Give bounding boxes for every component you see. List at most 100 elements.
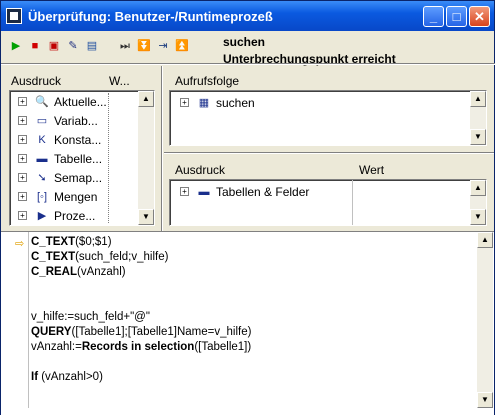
tree-item[interactable]: + [◦] Mengen <box>10 188 138 206</box>
book-button[interactable]: ▤ <box>83 37 101 55</box>
tree-item-label: Tabelle... <box>54 152 103 166</box>
tree-item[interactable]: + ▭ Variab... <box>10 112 138 130</box>
callchain-header: Aufrufsfolge <box>175 74 240 88</box>
trace-button[interactable]: ⇥ <box>154 37 172 55</box>
tree-item-label: Variab... <box>54 114 98 128</box>
code-keyword: C_TEXT <box>31 251 76 263</box>
callchain-scrollbar[interactable]: ▲ ▼ <box>470 91 486 145</box>
breakpoint-gutter[interactable]: ⇨ <box>1 232 29 408</box>
source-scrollbar[interactable]: ▲ ▼ <box>477 232 493 408</box>
variables-icon: ▭ <box>36 115 48 127</box>
tree-item-label: suchen <box>216 96 255 110</box>
run-button[interactable]: ▶ <box>7 37 25 55</box>
step-out-button[interactable]: ⏫ <box>173 37 191 55</box>
expand-icon[interactable]: + <box>18 192 27 201</box>
abort-icon: ▣ <box>48 40 60 52</box>
scroll-down-button[interactable]: ▼ <box>470 129 486 145</box>
tree-item-label: Tabellen & Felder <box>216 185 310 199</box>
semaphore-icon: ➘ <box>37 172 47 184</box>
code-line[interactable]: If (vAnzahl>0) <box>31 371 103 383</box>
tree-item-label: Semap... <box>54 171 103 185</box>
tree-item[interactable]: + ▬ Tabellen & Felder <box>170 183 470 201</box>
window-title: Überprüfung: Benutzer-/Runtimeprozeß <box>28 9 273 24</box>
code-text: ($0;$1) <box>75 236 112 248</box>
code-line[interactable]: C_TEXT(such_feld;v_hilfe) <box>31 251 168 263</box>
expand-icon[interactable]: + <box>18 173 27 182</box>
debugger-window: Überprüfung: Benutzer-/Runtimeprozeß _ □… <box>0 0 495 415</box>
expressions-value-header[interactable]: W... <box>109 74 130 88</box>
watch-scrollbar[interactable]: ▲ ▼ <box>470 180 486 225</box>
run-icon: ▶ <box>11 40 21 52</box>
magnifier-icon: 🔍 <box>35 96 49 108</box>
constants-icon: K <box>38 134 46 146</box>
code-text: (such_feld;v_hilfe) <box>75 251 169 263</box>
expressions-column-divider <box>108 93 109 223</box>
tree-item-label: Aktuelle... <box>54 95 107 109</box>
book-icon: ▤ <box>86 40 98 52</box>
edit-icon: ✎ <box>68 40 78 52</box>
app-icon <box>6 8 22 24</box>
stop-button[interactable]: ■ <box>26 37 44 55</box>
tree-item-label: Proze... <box>54 209 96 223</box>
code-line[interactable]: QUERY([Tabelle1];[Tabelle1]Name=v_hilfe) <box>31 326 251 338</box>
abort-button[interactable]: ▣ <box>45 37 63 55</box>
expand-icon[interactable]: + <box>180 98 189 107</box>
watch-expression-header[interactable]: Ausdruck <box>175 163 225 177</box>
expand-icon[interactable]: + <box>18 135 27 144</box>
code-text: v_hilfe:=such_feld+"@" <box>31 311 150 323</box>
scroll-down-button[interactable]: ▼ <box>138 209 154 225</box>
watch-list[interactable]: + ▬ Tabellen & Felder ▲ ▼ <box>169 179 487 226</box>
scroll-up-button[interactable]: ▲ <box>470 91 486 107</box>
expressions-list[interactable]: + 🔍 Aktuelle... + ▭ Variab... + K Konsta... + ▬ Tab… <box>9 90 155 226</box>
expressions-column-header[interactable]: Ausdruck <box>11 74 61 88</box>
scroll-down-button[interactable]: ▼ <box>477 392 493 408</box>
table-fields-icon: ▬ <box>198 186 210 198</box>
stop-icon: ■ <box>31 40 39 52</box>
step-out-icon: ⏫ <box>175 40 189 52</box>
horizontal-splitter[interactable] <box>164 152 494 154</box>
code-line[interactable]: vAnzahl:=Records in selection([Tabelle1]… <box>31 341 251 353</box>
expand-icon[interactable]: + <box>18 154 27 163</box>
expand-icon[interactable]: + <box>180 187 189 196</box>
scroll-up-button[interactable]: ▲ <box>477 232 493 248</box>
code-text: (vAnzahl>0) <box>38 371 103 383</box>
tree-item[interactable]: + ▶ Proze... <box>10 207 138 223</box>
expand-icon[interactable]: + <box>18 211 27 220</box>
tree-item[interactable]: + ▬ Tabelle... <box>10 150 138 168</box>
scroll-up-button[interactable]: ▲ <box>138 91 154 107</box>
expressions-scrollbar[interactable]: ▲ ▼ <box>138 91 154 225</box>
vertical-splitter[interactable] <box>161 66 163 231</box>
current-line-arrow-icon: ⇨ <box>15 238 25 250</box>
edit-button[interactable]: ✎ <box>64 37 82 55</box>
step-into-button[interactable]: ⏬ <box>135 37 153 55</box>
scroll-up-button[interactable]: ▲ <box>470 180 486 196</box>
code-line[interactable]: C_TEXT($0;$1) <box>31 236 112 248</box>
toolbar-divider <box>1 63 495 65</box>
process-icon: ▶ <box>37 210 47 222</box>
minimize-button[interactable]: _ <box>423 6 444 27</box>
close-button[interactable]: ✕ <box>469 6 490 27</box>
scroll-down-button[interactable]: ▼ <box>470 209 486 225</box>
code-line[interactable]: C_REAL(vAnzahl) <box>31 266 126 278</box>
watch-value-header[interactable]: Wert <box>359 163 384 177</box>
code-text: ([Tabelle1];[Tabelle1]Name=v_hilfe) <box>71 326 252 338</box>
tree-item[interactable]: + ➘ Semap... <box>10 169 138 187</box>
step-over-button[interactable]: ⏭ <box>116 37 134 55</box>
method-icon: ▦ <box>198 97 210 109</box>
code-line[interactable]: v_hilfe:=such_feld+"@" <box>31 311 150 323</box>
step-into-icon: ⏬ <box>137 40 151 52</box>
code-keyword: C_TEXT <box>31 236 76 248</box>
maximize-button[interactable]: □ <box>446 6 467 27</box>
source-code-pane[interactable]: ⇨ C_TEXT($0;$1) C_TEXT(such_feld;v_hilfe)… <box>1 231 494 415</box>
title-bar[interactable]: Überprüfung: Benutzer-/Runtimeprozeß _ □… <box>1 1 494 31</box>
tree-item[interactable]: + K Konsta... <box>10 131 138 149</box>
callchain-list[interactable]: + ▦ suchen ▲ ▼ <box>169 90 487 146</box>
code-keyword: QUERY <box>31 326 72 338</box>
expand-icon[interactable]: + <box>18 116 27 125</box>
expand-icon[interactable]: + <box>18 97 27 106</box>
tree-item[interactable]: + 🔍 Aktuelle... <box>10 93 138 111</box>
tree-item[interactable]: + ▦ suchen <box>170 94 470 112</box>
current-method-label: suchen <box>223 35 266 49</box>
code-keyword: Records in selection <box>81 341 195 353</box>
step-over-icon: ⏭ <box>120 40 130 52</box>
